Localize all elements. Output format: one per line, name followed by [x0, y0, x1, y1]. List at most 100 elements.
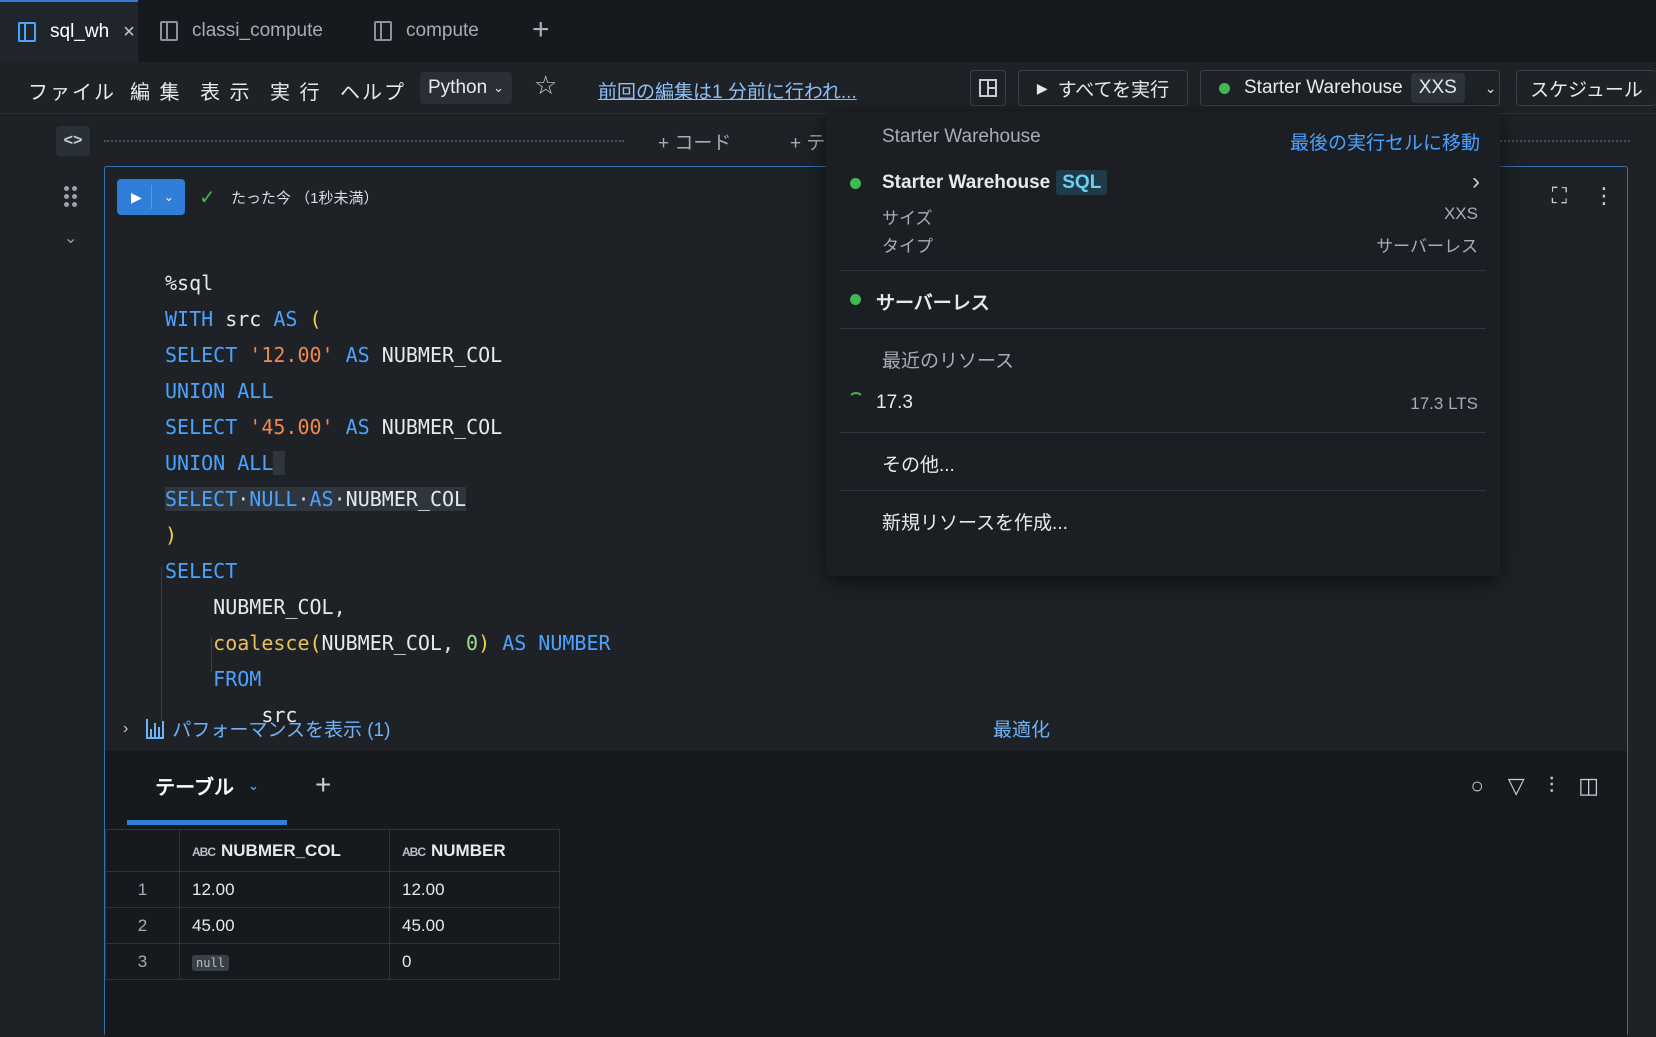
loading-spinner-icon: [848, 392, 864, 408]
menu-help[interactable]: ヘルプ: [340, 76, 406, 105]
notebook-icon: [160, 21, 178, 41]
last-edit-link[interactable]: 前回の編集は1 分前に行われ...: [598, 77, 857, 104]
tab-bar: sql_wh × classi_compute compute +: [0, 0, 1656, 62]
close-icon[interactable]: ×: [123, 21, 135, 44]
compute-dropdown: Starter Warehouse 最後の実行セルに移動 Starter War…: [826, 112, 1500, 576]
table-header-row: ABC NUBMER_COL ABC NUMBER: [105, 829, 560, 872]
indent-guide: [161, 567, 162, 721]
status-dot-icon: [1219, 82, 1230, 94]
compute-option-name: Starter Warehouse SQL: [882, 170, 1108, 195]
type-label: タイプ: [882, 237, 933, 256]
table-cell[interactable]: 45.00: [179, 907, 390, 944]
type-value: サーバーレス: [1376, 237, 1478, 256]
code-line: FROM: [213, 667, 262, 691]
compute-selector[interactable]: Starter Warehouse XXS ⌄: [1200, 70, 1500, 106]
table-cell[interactable]: 45.00: [389, 907, 560, 944]
row-index-header: [105, 829, 180, 872]
tab-label: sql_wh: [50, 21, 110, 42]
performance-label: パフォーマンスを表示 (1): [172, 720, 391, 741]
tab-compute[interactable]: compute: [374, 0, 479, 62]
menu-bar: ファイル 編 集 表 示 実 行 ヘルプ Python ⌄ ☆ 前回の編集は1 …: [0, 62, 1656, 114]
code-line: SELECT·NULL·AS·NUBMER_COL: [165, 487, 467, 511]
result-tab-label: テーブル: [155, 777, 234, 799]
layout-button[interactable]: [970, 70, 1006, 106]
table-row: 2 45.00 45.00: [105, 907, 560, 944]
menu-view[interactable]: 表 示: [200, 76, 252, 105]
columns-icon[interactable]: ⫶: [1549, 773, 1555, 799]
tab-sql-wh[interactable]: sql_wh ×: [0, 0, 138, 62]
play-icon: ▶: [131, 188, 142, 205]
create-resource-option[interactable]: 新規リソースを作成...: [882, 508, 1068, 535]
null-badge: null: [192, 954, 229, 971]
table-cell[interactable]: 0: [389, 943, 560, 980]
menu-edit[interactable]: 編 集: [130, 76, 182, 105]
tab-label: compute: [406, 20, 479, 41]
column-header[interactable]: ABC NUMBER: [389, 829, 560, 872]
add-visualization-plus-icon[interactable]: +: [315, 769, 331, 801]
sidebar-panel-icon[interactable]: ◫: [1578, 773, 1599, 799]
status-dot-icon: [850, 178, 861, 189]
chevron-down-icon: ⌄: [1484, 79, 1497, 96]
table-cell[interactable]: 12.00: [389, 871, 560, 908]
code-line: %sql: [165, 271, 214, 295]
play-icon: ▶: [1036, 79, 1048, 96]
table-row: 1 12.00 12.00: [105, 871, 560, 908]
code-line: SELECT: [165, 559, 238, 583]
schedule-button[interactable]: スケジュール: [1516, 70, 1656, 106]
filter-icon[interactable]: ▽: [1508, 773, 1525, 799]
recent-resource-detail: 17.3 LTS: [1410, 394, 1478, 413]
star-icon[interactable]: ☆: [534, 70, 557, 101]
sql-badge: SQL: [1056, 170, 1108, 195]
optimize-link[interactable]: 最適化: [993, 715, 1050, 742]
search-icon[interactable]: ○: [1470, 773, 1483, 799]
table-cell[interactable]: null: [179, 943, 390, 980]
tab-classi-compute[interactable]: classi_compute: [160, 0, 323, 62]
code-line: WITH src AS (: [165, 307, 322, 331]
row-index: 3: [105, 943, 180, 980]
chevron-down-icon: ⌄: [247, 777, 259, 793]
more-icon[interactable]: ⋮: [1593, 183, 1615, 209]
size-value: XXS: [1443, 204, 1478, 223]
menu-run[interactable]: 実 行: [270, 76, 322, 105]
result-panel: テーブル ⌄ + ○ ▽ ⫶ ◫ ABC NUBMER_COL ABC NUMBER…: [105, 751, 1627, 1037]
language-label: Python: [428, 77, 488, 98]
performance-toggle[interactable]: › パフォーマンスを表示 (1): [123, 715, 390, 742]
table-row: 3 null 0: [105, 943, 560, 980]
new-tab-plus-icon[interactable]: +: [532, 14, 550, 46]
recent-resource-name: 17.3: [876, 392, 913, 413]
run-cell-button[interactable]: ▶ ⌄: [117, 179, 185, 215]
tab-label: classi_compute: [192, 20, 323, 41]
code-line: ): [165, 523, 178, 547]
recent-resources-label: 最近のリソース: [882, 351, 1015, 372]
column-header[interactable]: ABC NUBMER_COL: [179, 829, 390, 872]
collapse-chevron-icon[interactable]: ⌄: [64, 228, 77, 248]
result-toolbar: ○ ▽ ⫶ ◫: [1470, 773, 1599, 799]
add-code-button[interactable]: + コード: [658, 128, 731, 155]
size-label: サイズ: [882, 209, 933, 228]
language-select[interactable]: Python ⌄: [420, 72, 513, 104]
table-cell[interactable]: 12.00: [179, 871, 390, 908]
compute-name: Starter Warehouse: [1244, 77, 1403, 98]
insert-divider: [1500, 140, 1630, 142]
compute-size: XXS: [1410, 73, 1465, 103]
menu-file[interactable]: ファイル: [28, 76, 116, 105]
chevron-down-icon: ⌄: [163, 190, 174, 204]
cell-toolbar: ⛶ ⋮: [1552, 183, 1615, 209]
layout-grid-icon: [979, 79, 997, 97]
chevron-right-icon: ›: [1472, 168, 1480, 195]
add-text-button[interactable]: + テ: [790, 128, 825, 155]
dropdown-header: Starter Warehouse: [882, 126, 1041, 147]
row-index: 1: [105, 871, 180, 908]
run-all-label: すべてを実行: [1057, 79, 1170, 101]
drag-handle-icon[interactable]: [64, 186, 80, 210]
chevron-down-icon: ⌄: [493, 80, 505, 95]
other-resources-option[interactable]: その他...: [882, 450, 955, 477]
row-index: 2: [105, 907, 180, 944]
jump-to-last-cell-link[interactable]: 最後の実行セルに移動: [1290, 128, 1480, 155]
notebook-icon: [18, 22, 36, 42]
run-all-button[interactable]: ▶ すべてを実行: [1018, 70, 1188, 106]
code-toggle-button[interactable]: <>: [56, 126, 90, 156]
tab-table[interactable]: テーブル ⌄: [127, 751, 287, 825]
serverless-label: サーバーレス: [876, 293, 990, 314]
expand-icon[interactable]: ⛶: [1552, 183, 1567, 209]
